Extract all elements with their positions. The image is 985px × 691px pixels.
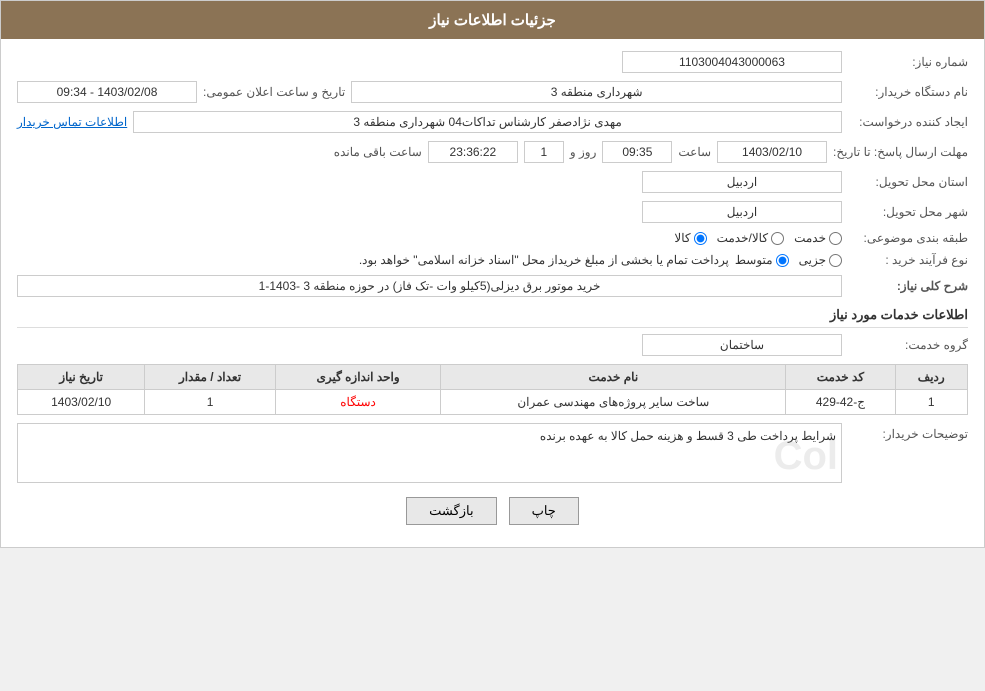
creator-row: ایجاد کننده درخواست: مهدی نژادصفر کارشنا…: [17, 111, 968, 133]
narration-row: شرح کلی نیاز: خرید موتور برق دیزلی(5کیلو…: [17, 275, 968, 297]
request-number-value: 1103004043000063: [622, 51, 842, 73]
category-option-service: خدمت: [794, 231, 842, 245]
send-deadline-label: مهلت ارسال پاسخ: تا تاریخ:: [833, 145, 968, 159]
city-label: شهر محل تحویل:: [848, 205, 968, 219]
request-number-row: شماره نیاز: 1103004043000063: [17, 51, 968, 73]
cell-quantity: 1: [145, 390, 276, 415]
radio-partial[interactable]: [829, 254, 842, 267]
process-radio-group: جزیی متوسط: [735, 253, 842, 267]
days-label: روز و: [570, 145, 597, 159]
process-note: پرداخت تمام یا بخشی از مبلغ خریداز محل "…: [359, 253, 729, 267]
radio-goods-service-label: کالا/خدمت: [717, 231, 768, 245]
col-header-qty: تعداد / مقدار: [145, 365, 276, 390]
button-row: چاپ بازگشت: [17, 497, 968, 525]
send-date: 1403/02/10: [717, 141, 827, 163]
buyer-org-row: نام دستگاه خریدار: شهرداری منطقه 3 تاریخ…: [17, 81, 968, 103]
cell-service-name: ساخت سایر پروژه‌های مهندسی عمران: [441, 390, 786, 415]
process-option-partial: جزیی: [799, 253, 842, 267]
service-info-title: اطلاعات خدمات مورد نیاز: [17, 307, 968, 328]
buyer-desc-value: شرایط پرداخت طی 3 قسط و هزینه حمل کالا ب…: [17, 423, 842, 483]
process-option-medium: متوسط: [735, 253, 789, 267]
group-service-label: گروه خدمت:: [848, 338, 968, 352]
cell-row-num: 1: [895, 390, 967, 415]
col-header-date: تاریخ نیاز: [18, 365, 145, 390]
radio-medium[interactable]: [776, 254, 789, 267]
col-header-row: ردیف: [895, 365, 967, 390]
buyer-desc-row: توضیحات خریدار: شرایط پرداخت طی 3 قسط و …: [17, 423, 968, 483]
page-title: جزئیات اطلاعات نیاز: [429, 12, 556, 29]
buyer-org-value: شهرداری منطقه 3: [351, 81, 842, 103]
category-radio-group: خدمت کالا/خدمت کالا: [674, 231, 842, 245]
province-row: استان محل تحویل: اردبیل: [17, 171, 968, 193]
page-header: جزئیات اطلاعات نیاز: [1, 1, 984, 39]
days-value: 1: [524, 141, 564, 163]
announcement-value: 1403/02/08 - 09:34: [17, 81, 197, 103]
province-value: اردبیل: [642, 171, 842, 193]
radio-goods-service[interactable]: [771, 232, 784, 245]
col-header-code: کد خدمت: [786, 365, 895, 390]
category-row: طبقه بندی موضوعی: خدمت کالا/خدمت کالا: [17, 231, 968, 245]
contact-link[interactable]: اطلاعات تماس خریدار: [17, 115, 127, 129]
narration-label: شرح کلی نیاز:: [848, 279, 968, 293]
cell-date: 1403/02/10: [18, 390, 145, 415]
table-row: 1 ج-42-429 ساخت سایر پروژه‌های مهندسی عم…: [18, 390, 968, 415]
category-option-goods: کالا: [674, 231, 706, 245]
announcement-label: تاریخ و ساعت اعلان عمومی:: [203, 85, 345, 99]
category-label: طبقه بندی موضوعی:: [848, 231, 968, 245]
radio-service-label: خدمت: [794, 231, 826, 245]
province-label: استان محل تحویل:: [848, 175, 968, 189]
radio-goods-label: کالا: [674, 231, 690, 245]
page-container: جزئیات اطلاعات نیاز شماره نیاز: 11030040…: [0, 0, 985, 548]
send-deadline-row: مهلت ارسال پاسخ: تا تاریخ: 1403/02/10 سا…: [17, 141, 968, 163]
print-button[interactable]: چاپ: [509, 497, 579, 525]
radio-service[interactable]: [829, 232, 842, 245]
city-value: اردبیل: [642, 201, 842, 223]
process-row: نوع فرآیند خرید : جزیی متوسط پرداخت تمام…: [17, 253, 968, 267]
request-number-label: شماره نیاز:: [848, 55, 968, 69]
col-header-name: نام خدمت: [441, 365, 786, 390]
col-header-unit: واحد اندازه گیری: [275, 365, 441, 390]
back-button[interactable]: بازگشت: [406, 497, 496, 525]
service-table-container: ردیف کد خدمت نام خدمت واحد اندازه گیری ت…: [17, 364, 968, 415]
radio-partial-label: جزیی: [799, 253, 826, 267]
radio-goods[interactable]: [694, 232, 707, 245]
process-label: نوع فرآیند خرید :: [848, 253, 968, 267]
city-row: شهر محل تحویل: اردبیل: [17, 201, 968, 223]
buyer-org-label: نام دستگاه خریدار:: [848, 85, 968, 99]
creator-label: ایجاد کننده درخواست:: [848, 115, 968, 129]
group-service-value: ساختمان: [642, 334, 842, 356]
cell-service-code: ج-42-429: [786, 390, 895, 415]
radio-medium-label: متوسط: [735, 253, 773, 267]
content-area: شماره نیاز: 1103004043000063 نام دستگاه …: [1, 39, 984, 547]
group-service-row: گروه خدمت: ساختمان: [17, 334, 968, 356]
time-remaining-suffix: ساعت باقی مانده: [334, 145, 422, 159]
send-time: 09:35: [602, 141, 672, 163]
time-remaining: 23:36:22: [428, 141, 518, 163]
creator-value: مهدی نژادصفر کارشناس تداکات04 شهرداری من…: [133, 111, 842, 133]
service-table: ردیف کد خدمت نام خدمت واحد اندازه گیری ت…: [17, 364, 968, 415]
category-option-goods-service: کالا/خدمت: [717, 231, 784, 245]
buyer-desc-label: توضیحات خریدار:: [848, 427, 968, 441]
narration-value: خرید موتور برق دیزلی(5کیلو وات -تک فاز) …: [17, 275, 842, 297]
cell-unit: دستگاه: [275, 390, 441, 415]
send-time-label: ساعت: [678, 145, 711, 159]
